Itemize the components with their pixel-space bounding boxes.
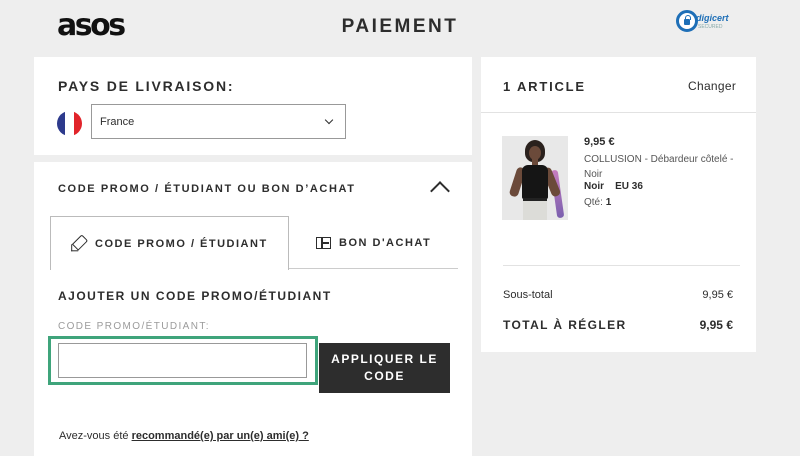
digicert-label: digicert xyxy=(696,13,729,23)
country-select[interactable]: France xyxy=(91,104,346,139)
tab-promo-student-label: CODE PROMO / ÉTUDIANT xyxy=(95,238,268,250)
voucher-icon xyxy=(316,237,331,249)
france-flag-icon xyxy=(57,111,82,136)
tab-promo-student[interactable]: CODE PROMO / ÉTUDIANT xyxy=(50,216,289,270)
product-image[interactable] xyxy=(502,136,568,220)
item-price: 9,95 € xyxy=(584,136,615,148)
checkout-header: asos PAIEMENT digicert SECURED xyxy=(0,0,800,56)
change-link[interactable]: Changer xyxy=(688,79,736,93)
tab-voucher-label: BON D'ACHAT xyxy=(339,237,432,249)
promo-field-label: CODE PROMO/ÉTUDIANT: xyxy=(58,321,210,332)
referral-link[interactable]: recommandé(e) par un(e) ami(e) ? xyxy=(132,430,309,442)
item-quantity-label: Qté: xyxy=(584,197,603,208)
lock-icon xyxy=(676,10,698,32)
tab-voucher[interactable]: BON D'ACHAT xyxy=(288,216,458,269)
delivery-country-heading: PAYS DE LIVRAISON: xyxy=(58,78,235,94)
promo-code-input[interactable] xyxy=(58,343,307,378)
promo-input-focus-ring xyxy=(48,336,318,385)
item-quantity: Qté: 1 xyxy=(584,197,611,208)
add-promo-heading: AJOUTER UN CODE PROMO/ÉTUDIANT xyxy=(58,289,332,303)
referral-text: Avez-vous été recommandé(e) par un(e) am… xyxy=(59,430,309,442)
digicert-seal[interactable]: digicert SECURED xyxy=(676,10,734,34)
promo-panel xyxy=(34,162,472,456)
total-label: TOTAL À RÉGLER xyxy=(503,318,627,332)
item-quantity-value: 1 xyxy=(605,197,612,208)
promo-section-heading[interactable]: CODE PROMO / ÉTUDIANT OU BON D’ACHAT xyxy=(58,183,356,195)
digicert-sublabel: SECURED xyxy=(698,24,723,30)
total-value: 9,95 € xyxy=(699,318,733,332)
item-color: Noir xyxy=(584,181,604,192)
referral-prefix: Avez-vous été xyxy=(59,430,132,442)
chevron-down-icon xyxy=(324,115,334,125)
summary-divider-top xyxy=(481,112,756,113)
summary-heading: 1 ARTICLE xyxy=(503,79,586,94)
subtotal-value: 9,95 € xyxy=(702,289,733,301)
item-size: EU 36 xyxy=(615,181,643,192)
apply-code-button[interactable]: APPLIQUER LE CODE xyxy=(319,343,450,393)
subtotal-label: Sous-total xyxy=(503,289,553,301)
country-select-value: France xyxy=(100,116,135,128)
tag-icon xyxy=(71,234,89,251)
item-name: COLLUSION - Débardeur côtelé - Noir xyxy=(584,154,734,180)
item-attributes: Noir EU 36 xyxy=(584,181,643,192)
summary-divider-bottom xyxy=(503,265,740,266)
